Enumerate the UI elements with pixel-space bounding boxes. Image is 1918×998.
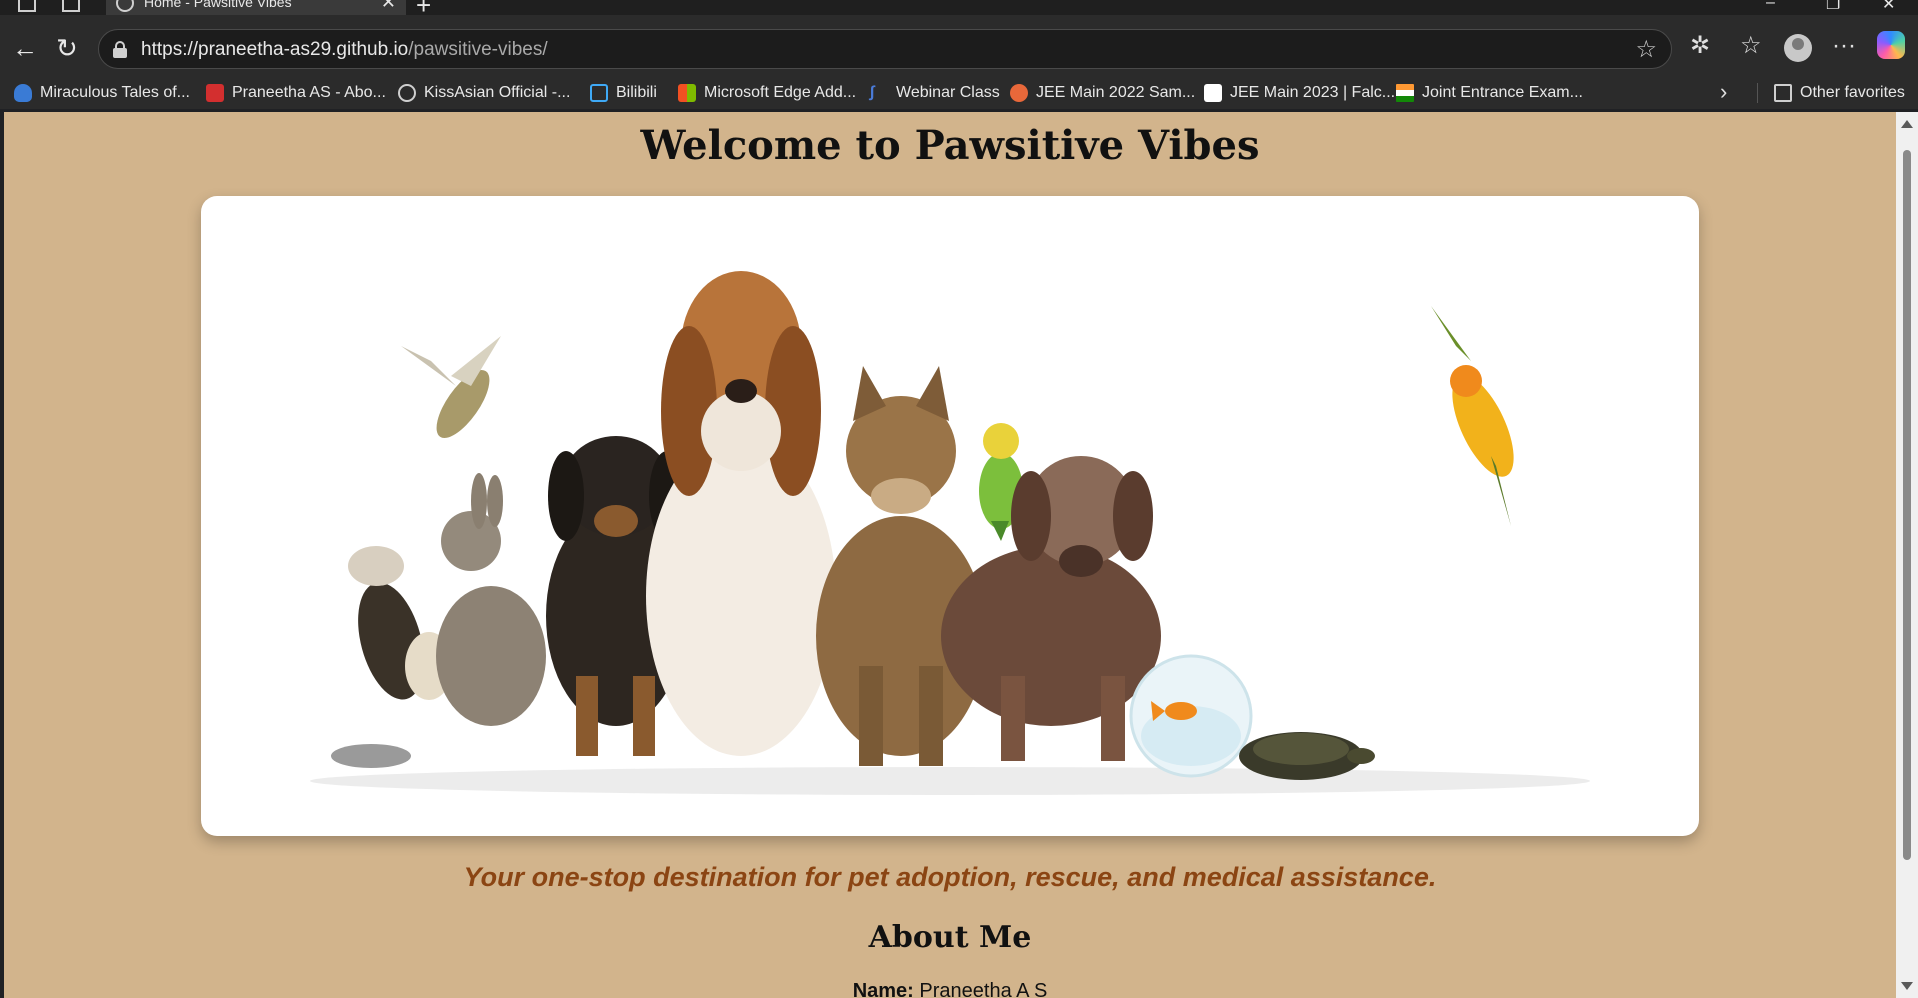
windows-logo-icon	[678, 84, 696, 102]
cat-icon	[816, 366, 986, 766]
globe-icon	[398, 84, 416, 102]
lock-icon[interactable]	[113, 41, 127, 58]
favorite-item[interactable]: JEE Main 2022 Sam...	[1010, 82, 1195, 104]
scroll-down-icon[interactable]	[1901, 982, 1913, 990]
favorite-item[interactable]: Joint Entrance Exam...	[1396, 82, 1583, 104]
favorites-bar: Miraculous Tales of... Praneetha AS - Ab…	[0, 77, 1918, 109]
favorite-item[interactable]: Praneetha AS - Abo...	[206, 82, 386, 104]
vertical-tabs-icon[interactable]	[62, 0, 80, 12]
basset-hound-icon	[646, 271, 836, 756]
favorite-item[interactable]: Microsoft Edge Add...	[678, 82, 856, 104]
name-value: Praneetha A S	[919, 980, 1048, 998]
close-tab-icon[interactable]: ✕	[381, 0, 396, 13]
fishbowl-icon	[1129, 654, 1253, 778]
other-favorites[interactable]: Other favorites	[1774, 82, 1905, 104]
favorite-item[interactable]: JEE Main 2023 | Falc...	[1204, 82, 1395, 104]
document-icon	[1204, 84, 1222, 102]
rabbit-icon	[436, 473, 546, 726]
parakeet-icon	[1431, 306, 1514, 526]
favorite-item[interactable]: ∫ Webinar Class	[870, 82, 1000, 104]
page-scrollbar[interactable]	[1896, 112, 1918, 998]
tab-title: Home - Pawsitive Vibes	[144, 0, 292, 10]
hero-image	[201, 196, 1699, 836]
profile-avatar[interactable]	[1784, 34, 1812, 62]
favorite-item[interactable]: Bilibili	[590, 82, 657, 104]
refresh-icon[interactable]: ↻	[56, 35, 78, 61]
name-label: Name:	[852, 980, 914, 998]
pen-icon: ∫	[870, 84, 875, 101]
globe-icon	[116, 0, 134, 12]
address-bar[interactable]: https://praneetha-as29.github.io/pawsiti…	[98, 29, 1672, 69]
tagline: Your one-stop destination for pet adopti…	[463, 862, 1437, 892]
favorites-icon[interactable]: ☆	[1740, 32, 1762, 60]
pets-group-illustration	[310, 271, 1590, 795]
copilot-icon[interactable]	[1877, 31, 1905, 59]
back-icon[interactable]: ←	[12, 35, 38, 61]
dapple-dachshund-icon	[941, 456, 1161, 761]
v-badge-icon	[1010, 84, 1028, 102]
mask-icon	[14, 84, 32, 102]
divider	[1757, 83, 1758, 103]
browser-toolbar: ← ↻ https://praneetha-as29.github.io/paw…	[0, 15, 1918, 85]
page-viewport: Welcome to Pawsitive Vibes Your one-stop…	[4, 112, 1896, 998]
restore-icon[interactable]: ❐	[1826, 0, 1840, 14]
about-name-line: Name: Praneetha A S	[4, 980, 1896, 998]
favorite-item[interactable]: Miraculous Tales of...	[14, 82, 190, 104]
folder-icon	[1774, 84, 1792, 102]
ferret-icon	[348, 546, 453, 700]
india-flag-icon	[1396, 84, 1414, 102]
more-menu-icon[interactable]: ···	[1832, 32, 1856, 60]
about-heading: About Me	[868, 920, 1032, 955]
workspaces-icon[interactable]	[18, 0, 36, 12]
hummingbird-icon	[401, 336, 501, 439]
scroll-up-icon[interactable]	[1901, 120, 1913, 128]
favorite-item[interactable]: KissAsian Official -...	[398, 82, 570, 104]
scrollbar-thumb[interactable]	[1903, 150, 1911, 860]
chevron-right-icon[interactable]: ›	[1720, 79, 1727, 105]
page-title: Welcome to Pawsitive Vibes	[640, 122, 1260, 169]
tv-icon	[590, 84, 608, 102]
close-window-icon[interactable]: ✕	[1882, 0, 1895, 14]
extensions-icon[interactable]: ✲	[1690, 32, 1710, 60]
window-titlebar: Home - Pawsitive Vibes ✕ + – ❐ ✕	[0, 0, 1918, 20]
minimize-icon[interactable]: –	[1766, 0, 1775, 12]
tab-home[interactable]: Home - Pawsitive Vibes ✕	[106, 0, 406, 15]
folder-icon	[206, 84, 224, 102]
favorite-star-icon[interactable]: ☆	[1635, 35, 1657, 64]
url-text[interactable]: https://praneetha-as29.github.io/pawsiti…	[141, 39, 548, 61]
